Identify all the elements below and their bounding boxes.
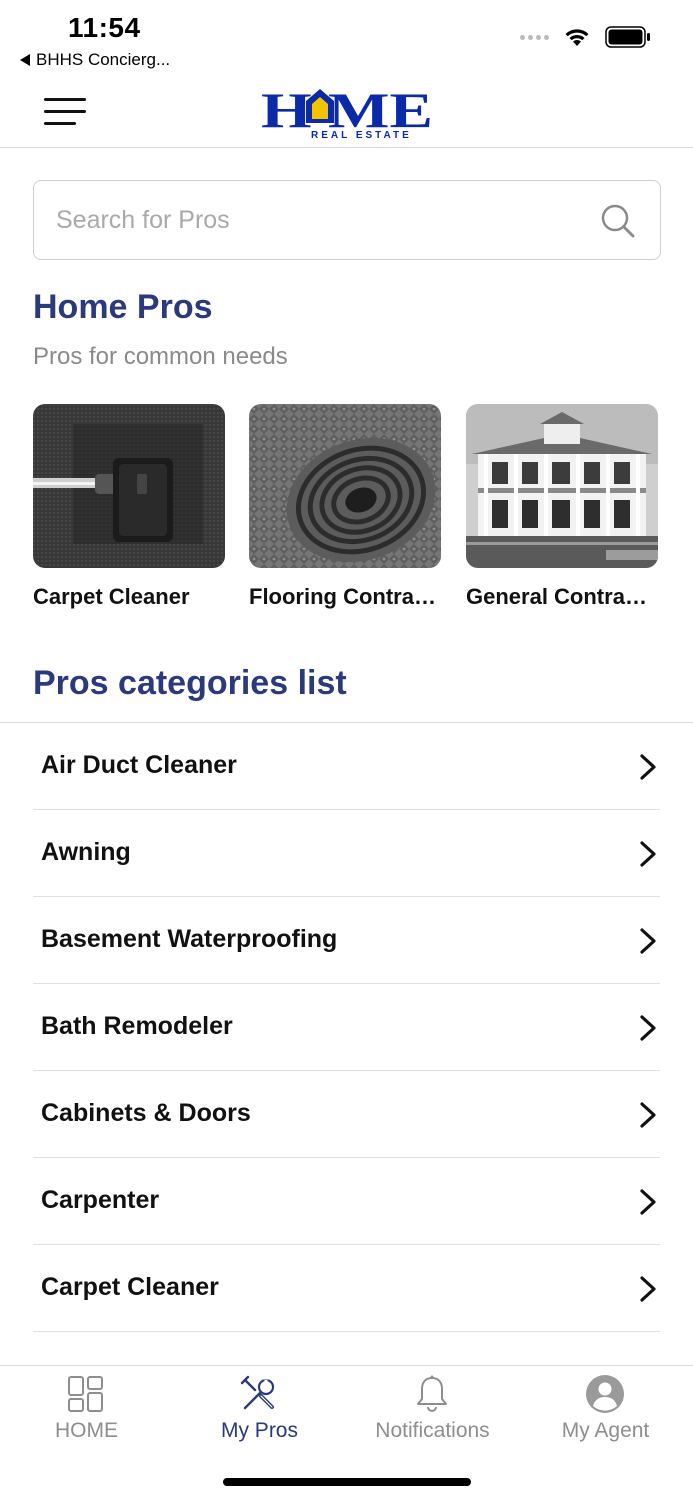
category-label: Air Duct Cleaner [41,751,237,779]
category-row-air-duct-cleaner[interactable]: Air Duct Cleaner [33,723,660,810]
pro-card-flooring-contractor[interactable]: Flooring Contrac... [249,404,441,610]
tab-notifications[interactable]: Notifications [346,1366,519,1456]
home-pros-title: Home Pros [33,288,213,326]
chevron-right-icon [640,1102,656,1128]
pro-card-label: Carpet Cleaner [33,584,190,609]
category-label: Awning [41,838,131,866]
tab-my-agent[interactable]: My Agent [519,1366,692,1456]
tab-label: HOME [55,1419,118,1442]
user-icon [586,1375,624,1413]
svg-text:REAL ESTATE: REAL ESTATE [311,130,412,141]
search-input[interactable] [56,201,576,239]
general-contractor-image [466,404,658,568]
wifi-icon [565,29,589,46]
status-icons [520,26,651,48]
category-row-bath-remodeler[interactable]: Bath Remodeler [33,984,660,1071]
tab-my-pros[interactable]: My Pros [173,1366,346,1456]
status-time: 11:54 [68,12,141,43]
home-indicator[interactable] [223,1478,471,1486]
tab-home[interactable]: HOME [0,1366,173,1456]
category-label: Carpet Cleaner [41,1273,219,1301]
flooring-contractor-image [249,404,441,568]
chevron-right-icon [640,1189,656,1215]
bell-icon [417,1375,447,1412]
tab-label: My Pros [220,1419,298,1442]
carpet-cleaner-image [33,404,225,568]
categories-title: Pros categories list [33,664,347,702]
category-label: Bath Remodeler [41,1012,233,1040]
chevron-right-icon [640,1015,656,1041]
chevron-right-icon [640,928,656,954]
app-header: H ME REAL ESTATE [0,80,693,148]
back-arrow-icon [20,54,30,66]
category-label: Cabinets & Doors [41,1099,251,1127]
search-box [33,180,661,260]
hamburger-menu-icon[interactable] [42,94,88,130]
home-pros-subtitle: Pros for common needs [33,343,288,370]
chevron-right-icon [640,841,656,867]
chevron-right-icon [640,754,656,780]
back-app-label: BHHS Concierg... [36,50,171,69]
tab-label: Notifications [375,1419,490,1442]
cellular-signal-icon [520,34,549,40]
back-to-app-link[interactable]: BHHS Concierg... [20,50,170,70]
tab-label: My Agent [561,1419,650,1442]
grid-icon [68,1376,103,1412]
battery-icon [605,26,650,48]
status-bar: 11:54 BHHS Concierg... [0,0,693,80]
category-row-cabinets-doors[interactable]: Cabinets & Doors [33,1071,660,1158]
pro-card-carpet-cleaner[interactable]: Carpet Cleaner [33,404,225,610]
pro-card-general-contractor[interactable]: General Contract... [466,404,658,610]
pro-card-label: General Contract... [466,584,658,609]
pro-card-label: Flooring Contrac... [249,584,441,609]
category-row-basement-waterproofing[interactable]: Basement Waterproofing [33,897,660,984]
search-icon[interactable] [600,203,636,239]
category-row-carpenter[interactable]: Carpenter [33,1158,660,1245]
category-label: Basement Waterproofing [41,925,338,953]
categories-list: Air Duct Cleaner Awning Basement Waterpr… [0,722,693,1332]
category-row-carpet-cleaner[interactable]: Carpet Cleaner [33,1245,660,1332]
category-row-awning[interactable]: Awning [33,810,660,897]
chevron-right-icon [640,1276,656,1302]
home-real-estate-logo: H ME REAL ESTATE [261,85,433,141]
tools-icon [240,1375,275,1410]
category-label: Carpenter [41,1186,160,1214]
